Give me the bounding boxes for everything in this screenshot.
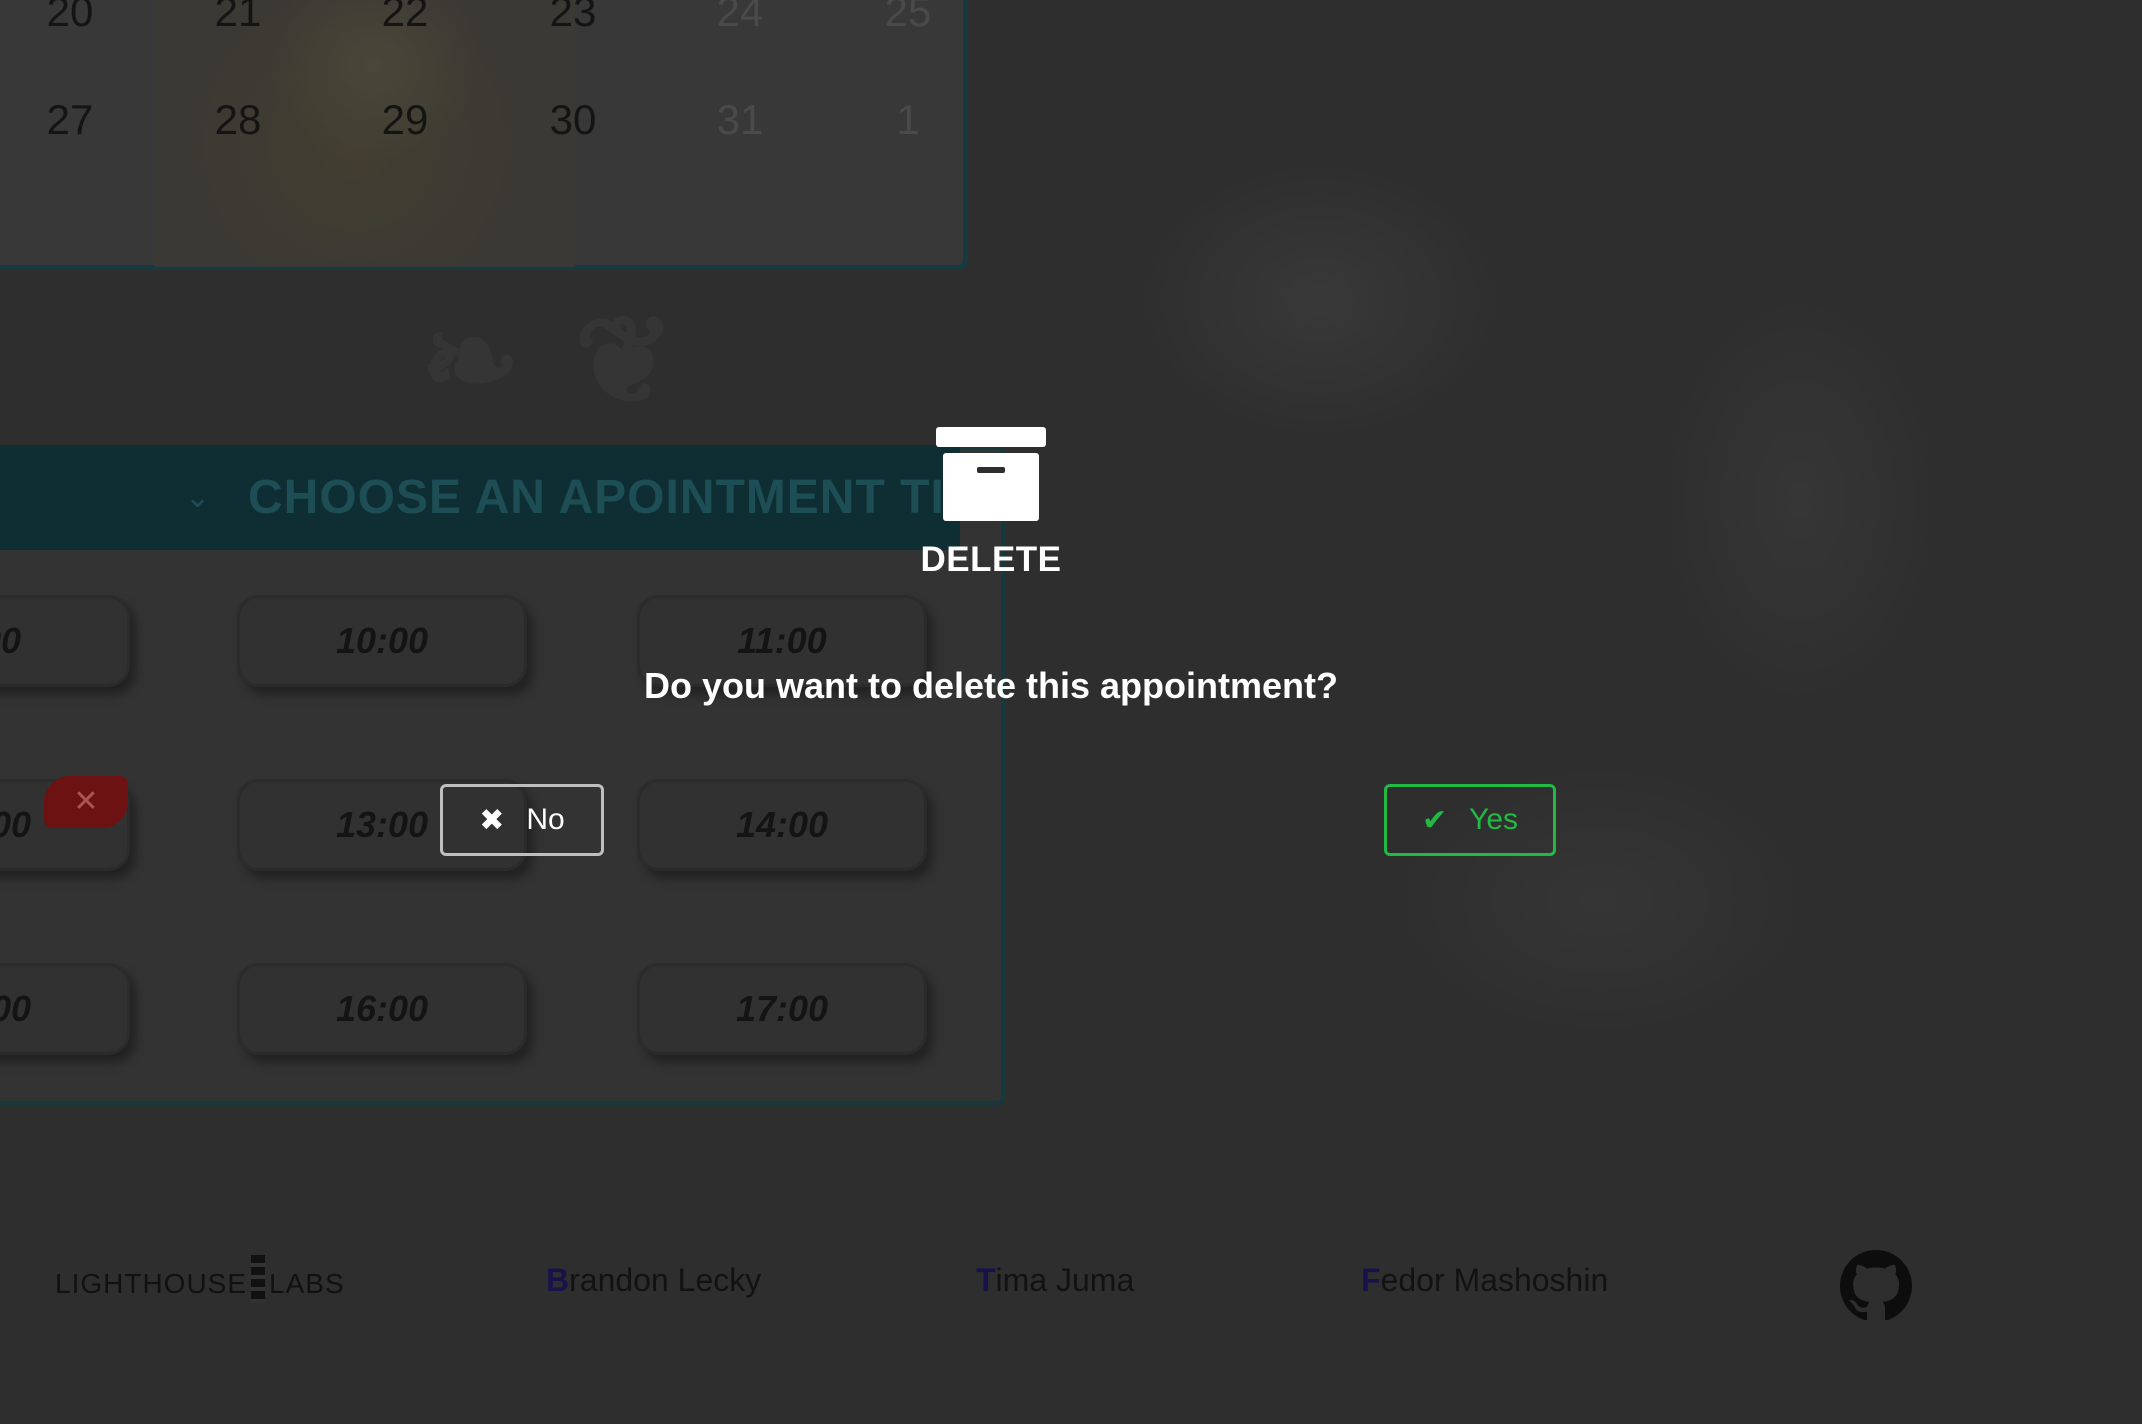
- no-button[interactable]: ✖ No: [440, 784, 604, 856]
- page: ❧ ❦ 20 21 22 23 24 25 27 28 29 30 31 1 ⌄…: [0, 0, 2142, 1424]
- no-button-label: No: [526, 803, 565, 836]
- modal-question: Do you want to delete this appointment?: [643, 665, 1338, 706]
- modal-overlay: [0, 0, 2142, 1424]
- archive-box-icon: [936, 427, 1046, 521]
- close-icon: ✖: [479, 803, 505, 837]
- checkmark-icon: ✔: [1421, 803, 1448, 837]
- yes-button[interactable]: ✔ Yes: [1384, 784, 1556, 856]
- modal-title: DELETE: [920, 540, 1062, 579]
- yes-button-label: Yes: [1469, 803, 1519, 836]
